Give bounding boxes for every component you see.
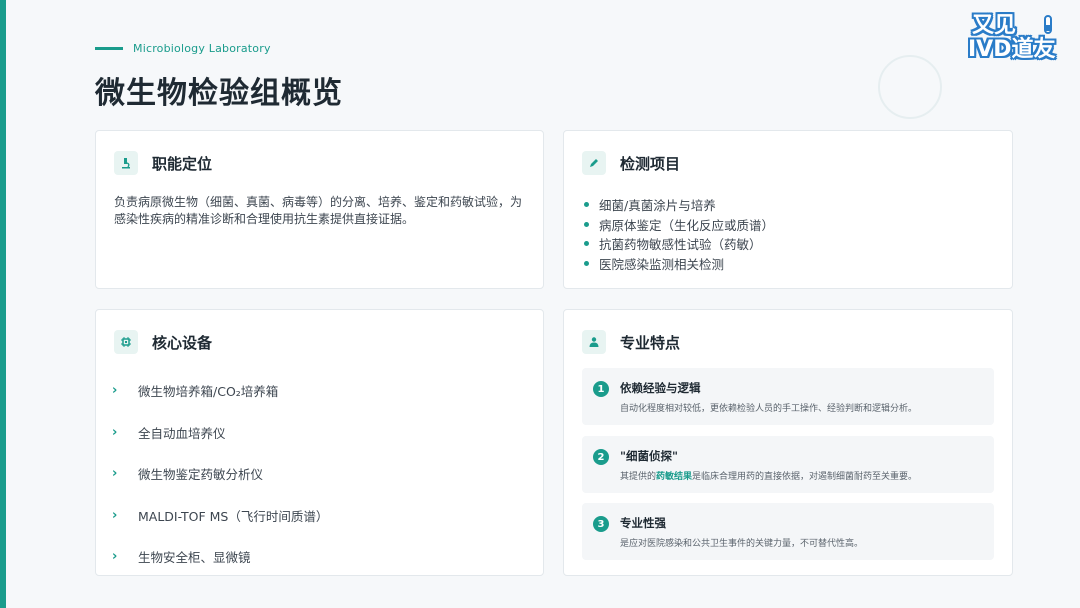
card-equipment: 核心设备 › 微生物培养箱/CO₂培养箱 › 全自动血培养仪 › 微生物鉴定药敏分析仪… <box>95 309 544 576</box>
list-item: 细菌/真菌涂片与培养 <box>584 195 774 215</box>
feature-desc-highlight: 药敏结果 <box>656 472 693 482</box>
list-item: 病原体鉴定（生化反应或质谱） <box>584 215 774 235</box>
list-item-text: 微生物培养箱/CO₂培养箱 <box>138 384 279 400</box>
list-item-text: 微生物鉴定药敏分析仪 <box>138 467 264 483</box>
card-role-title: 职能定位 <box>152 154 213 173</box>
brand-logo: 又见 IVD道友 <box>968 14 1064 70</box>
list-item-text: MALDI-TOF MS（飞行时间质谱） <box>138 508 329 524</box>
left-accent-bar <box>0 0 6 608</box>
card-tests-header: 检测项目 <box>582 151 680 175</box>
equipment-list: › 微生物培养箱/CO₂培养箱 › 全自动血培养仪 › 微生物鉴定药敏分析仪 › MAL… <box>112 370 328 578</box>
list-item-text: 抗菌药物敏感性试验（药敏） <box>599 237 762 253</box>
list-item: › MALDI-TOF MS（飞行时间质谱） <box>112 495 328 537</box>
feature-description: 是应对医院感染和公共卫生事件的关键力量，不可替代性高。 <box>620 539 864 549</box>
feature-number: 1 <box>593 381 609 397</box>
feature-description: 其提供的药敏结果是临床合理用药的直接依据，对遏制细菌耐药至关重要。 <box>620 469 917 482</box>
kicker-text: Microbiology Laboratory <box>133 42 271 55</box>
list-item-text: 医院感染监测相关检测 <box>599 256 725 272</box>
bullet-dot <box>584 202 589 208</box>
feature-title: 专业性强 <box>620 516 666 530</box>
chevron-right-icon: › <box>112 549 118 565</box>
feature-title: "细菌侦探" <box>620 449 678 463</box>
logo-line2: IVD道友 <box>968 37 1056 62</box>
list-item-text: 细菌/真菌涂片与培养 <box>599 198 716 214</box>
card-tests: 检测项目 细菌/真菌涂片与培养 病原体鉴定（生化反应或质谱） 抗菌药物敏感性试验… <box>563 130 1013 289</box>
list-item: 医院感染监测相关检测 <box>584 254 774 274</box>
pencil-icon <box>582 151 606 175</box>
bullet-dot <box>584 241 589 247</box>
card-features-title: 专业特点 <box>620 333 681 352</box>
feature-number: 3 <box>593 516 609 532</box>
card-tests-title: 检测项目 <box>620 154 681 173</box>
chevron-right-icon: › <box>112 466 118 482</box>
list-item: › 微生物鉴定药敏分析仪 <box>112 453 328 495</box>
microscope-icon <box>114 151 138 175</box>
list-item: › 微生物培养箱/CO₂培养箱 <box>112 370 328 412</box>
chevron-right-icon: › <box>112 507 118 523</box>
card-role-header: 职能定位 <box>114 151 212 175</box>
feature-item-1: 1 依赖经验与逻辑 自动化程度相对较低，更依赖检验人员的手工操作、经验判断和逻辑… <box>582 368 994 425</box>
list-item: › 生物安全柜、显微镜 <box>112 536 328 578</box>
chevron-right-icon: › <box>112 424 118 440</box>
card-equipment-header: 核心设备 <box>114 330 212 354</box>
feature-item-2: 2 "细菌侦探" 其提供的药敏结果是临床合理用药的直接依据，对遏制细菌耐药至关重… <box>582 436 994 493</box>
card-features: 专业特点 1 依赖经验与逻辑 自动化程度相对较低，更依赖检验人员的手工操作、经验… <box>563 309 1013 576</box>
list-item: 抗菌药物敏感性试验（药敏） <box>584 234 774 254</box>
section-kicker: Microbiology Laboratory <box>95 42 271 55</box>
list-item-text: 生物安全柜、显微镜 <box>138 550 251 566</box>
bullet-dot <box>584 221 589 227</box>
feature-title: 依赖经验与逻辑 <box>620 381 701 395</box>
card-equipment-title: 核心设备 <box>152 333 213 352</box>
feature-description: 自动化程度相对较低，更依赖检验人员的手工操作、经验判断和逻辑分析。 <box>620 404 918 414</box>
user-icon <box>582 330 606 354</box>
tests-list: 细菌/真菌涂片与培养 病原体鉴定（生化反应或质谱） 抗菌药物敏感性试验（药敏） … <box>584 195 774 273</box>
feature-desc-after: 是临床合理用药的直接依据，对遏制细菌耐药至关重要。 <box>692 472 918 482</box>
bullet-dot <box>584 260 589 266</box>
chip-icon <box>114 330 138 354</box>
card-role: 职能定位 负责病原微生物（细菌、真菌、病毒等）的分离、培养、鉴定和药敏试验，为感… <box>95 130 544 289</box>
card-features-header: 专业特点 <box>582 330 680 354</box>
page-title: 微生物检验组概览 <box>95 76 343 111</box>
list-item-text: 病原体鉴定（生化反应或质谱） <box>599 217 775 233</box>
feature-item-3: 3 专业性强 是应对医院感染和公共卫生事件的关键力量，不可替代性高。 <box>582 503 994 560</box>
decorative-circle <box>878 55 942 119</box>
list-item: › 全自动血培养仪 <box>112 412 328 454</box>
card-role-description: 负责病原微生物（细菌、真菌、病毒等）的分离、培养、鉴定和药敏试验，为感染性疾病的… <box>114 195 523 226</box>
feature-number: 2 <box>593 449 609 465</box>
test-tube-icon <box>1044 15 1052 34</box>
kicker-line <box>95 47 123 50</box>
chevron-right-icon: › <box>112 383 118 399</box>
list-item-text: 全自动血培养仪 <box>138 425 226 441</box>
feature-desc-before: 其提供的 <box>620 472 657 482</box>
